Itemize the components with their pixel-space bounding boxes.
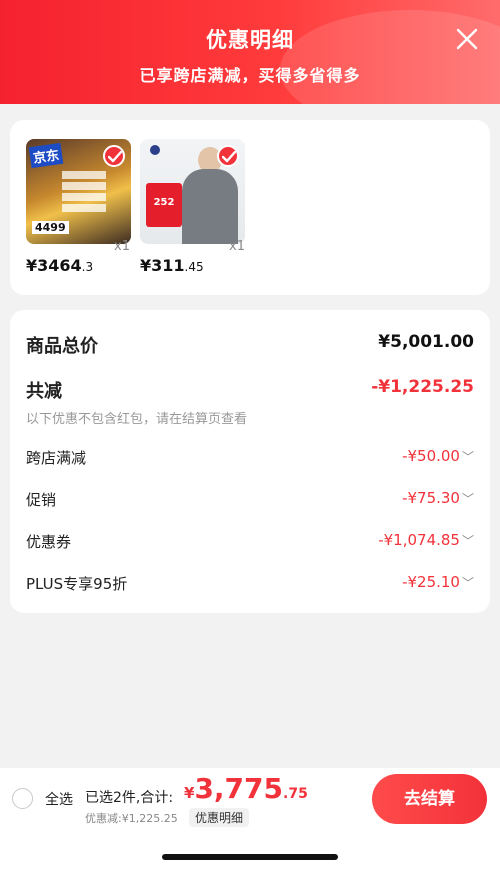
select-all-radio[interactable] bbox=[12, 788, 33, 809]
selected-check[interactable] bbox=[103, 145, 125, 167]
image-decoration bbox=[62, 171, 106, 215]
checkout-bar: 全选 已选2件,合计: ¥3,775.75 优惠减:¥1,225.25 优惠明细… bbox=[0, 768, 500, 872]
close-icon bbox=[456, 28, 478, 50]
page-subtitle: 已享跨店满减，买得多省得多 bbox=[139, 66, 361, 85]
page-title: 优惠明细 bbox=[206, 28, 294, 52]
discount-value[interactable]: -¥75.30 ﹀ bbox=[402, 489, 474, 507]
home-indicator bbox=[162, 854, 338, 860]
close-button[interactable] bbox=[454, 26, 480, 52]
product-item[interactable]: 252 ¥311.45 bbox=[140, 139, 260, 275]
discount-label: 促销 bbox=[26, 491, 57, 509]
brand-logo bbox=[150, 145, 160, 155]
image-tag: 京东 bbox=[28, 142, 64, 169]
reduce-value: -¥1,225.25 bbox=[371, 377, 474, 397]
currency-symbol: ¥ bbox=[184, 784, 195, 802]
total-label: 商品总价 bbox=[26, 336, 98, 357]
discount-amount: -¥50.00 bbox=[402, 447, 460, 465]
price-integer: ¥3464 bbox=[26, 256, 82, 275]
total-integer: 3,775 bbox=[194, 772, 284, 805]
discount-value[interactable]: -¥50.00 ﹀ bbox=[402, 447, 474, 465]
selected-check[interactable] bbox=[217, 145, 239, 167]
selected-count: 已选2件,合计: bbox=[85, 790, 174, 806]
price-integer: ¥311 bbox=[140, 256, 185, 275]
total-value: ¥5,001.00 bbox=[378, 332, 474, 352]
discount-label: 跨店满减 bbox=[26, 449, 87, 467]
discount-amount: -¥25.10 bbox=[402, 573, 460, 591]
product-item[interactable]: 京东 4499 ¥3464.3 bbox=[26, 139, 146, 275]
discount-amount: -¥75.30 bbox=[402, 489, 460, 507]
check-icon bbox=[222, 151, 236, 163]
total-price: ¥3,775.75 bbox=[184, 772, 308, 805]
discount-label: PLUS专享95折 bbox=[26, 575, 128, 593]
select-all-label[interactable]: 全选 bbox=[45, 789, 73, 809]
product-price: ¥311.45 bbox=[140, 256, 260, 278]
products-card: 京东 4499 ¥3464.3 x1 252 ¥311.45 x1 bbox=[10, 120, 490, 295]
price-summary-card: 商品总价 ¥5,001.00 共减 -¥1,225.25 以下优惠不包含红包，请… bbox=[10, 310, 490, 613]
check-icon bbox=[108, 151, 122, 163]
product-quantity: x1 bbox=[114, 239, 130, 254]
discount-note: 以下优惠不包含红包，请在结算页查看 bbox=[26, 412, 248, 427]
price-decimal: .45 bbox=[184, 260, 204, 274]
product-price: ¥3464.3 bbox=[26, 256, 146, 278]
image-tag: 4499 bbox=[32, 221, 69, 234]
reduce-label: 共减 bbox=[26, 381, 62, 402]
discount-value[interactable]: -¥1,074.85 ﹀ bbox=[378, 531, 474, 549]
discount-label: 优惠券 bbox=[26, 533, 72, 551]
product-image[interactable]: 京东 4499 bbox=[26, 139, 131, 244]
image-tag: 252 bbox=[146, 183, 182, 227]
discount-amount: -¥1,074.85 bbox=[378, 531, 460, 549]
discount-detail-link[interactable]: 优惠明细 bbox=[189, 808, 250, 827]
price-decimal: .3 bbox=[81, 260, 94, 274]
chevron-down-icon: ﹀ bbox=[461, 534, 474, 548]
checkout-button[interactable]: 去结算 bbox=[372, 774, 487, 824]
chevron-down-icon: ﹀ bbox=[461, 576, 474, 590]
discount-detail-header: 优惠明细 已享跨店满减，买得多省得多 bbox=[0, 0, 500, 104]
chevron-down-icon: ﹀ bbox=[461, 450, 474, 464]
discount-total: 优惠减:¥1,225.25 bbox=[85, 812, 178, 825]
total-decimal: .75 bbox=[283, 786, 308, 802]
chevron-down-icon: ﹀ bbox=[461, 492, 474, 506]
discount-value[interactable]: -¥25.10 ﹀ bbox=[402, 573, 474, 591]
product-image[interactable]: 252 bbox=[140, 139, 245, 244]
image-decoration bbox=[182, 169, 238, 244]
product-quantity: x1 bbox=[229, 239, 245, 254]
